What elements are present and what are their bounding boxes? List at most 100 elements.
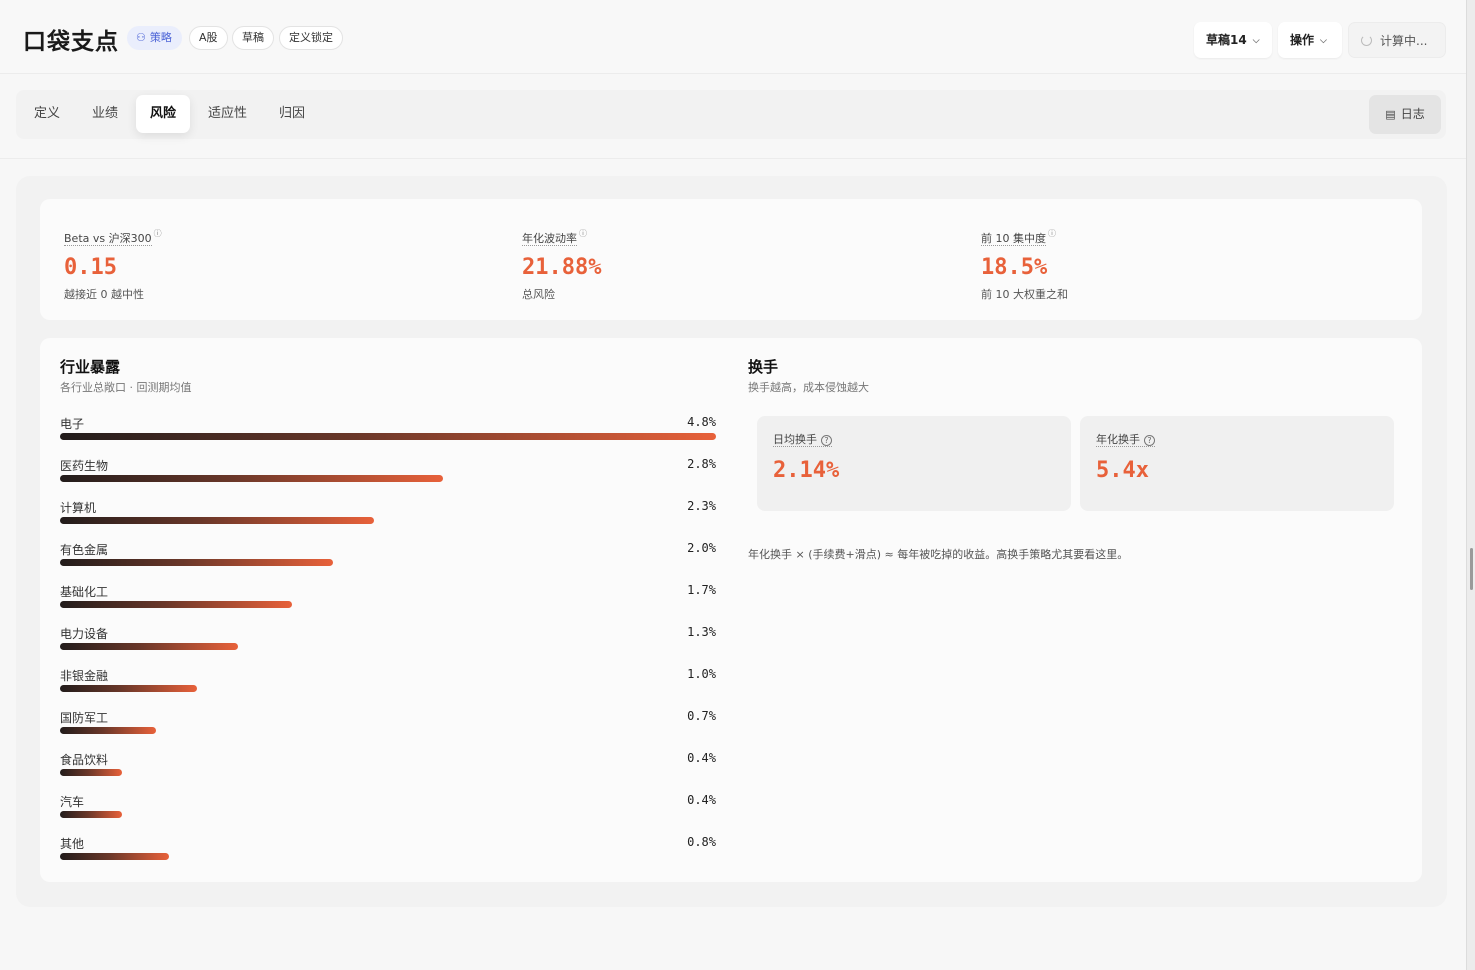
industry-row: 有色金属 2.0% bbox=[60, 541, 716, 583]
metric-volatility: 年化波动率 ⓘ 21.88% 总风险 bbox=[522, 227, 601, 302]
industry-bar-track bbox=[60, 643, 716, 650]
industry-row: 食品饮料 0.4% bbox=[60, 751, 716, 793]
log-button[interactable]: ▤ 日志 bbox=[1369, 95, 1441, 134]
industry-row: 其他 0.8% bbox=[60, 835, 716, 877]
industry-bar-track bbox=[60, 853, 716, 860]
industry-value-label: 1.7% bbox=[687, 583, 716, 597]
industry-row: 基础化工 1.7% bbox=[60, 583, 716, 625]
industry-bar bbox=[60, 769, 123, 776]
daily-turnover-value: 2.14% bbox=[773, 458, 840, 483]
daily-turnover-card: 日均换手? 2.14% bbox=[757, 416, 1071, 511]
tab-attribution[interactable]: 归因 bbox=[265, 95, 319, 133]
industry-bar bbox=[60, 559, 334, 566]
chip-definition-locked[interactable]: 定义锁定 bbox=[279, 26, 343, 50]
chip-a-share-label: A股 bbox=[199, 31, 218, 44]
industry-name: 计算机 bbox=[60, 501, 97, 515]
industry-row: 非银金融 1.0% bbox=[60, 667, 716, 709]
metric-concentration-label[interactable]: 前 10 集中度 bbox=[981, 232, 1046, 246]
industry-subtitle: 各行业总敞口 · 回测期均值 bbox=[60, 381, 192, 394]
industry-bar-track bbox=[60, 475, 716, 482]
info-icon[interactable]: ⓘ bbox=[1048, 229, 1056, 238]
info-icon[interactable]: ⓘ bbox=[579, 229, 587, 238]
industry-row: 电子 4.8% bbox=[60, 415, 716, 457]
industry-bar-track bbox=[60, 685, 716, 692]
industry-value-label: 1.3% bbox=[687, 625, 716, 639]
industry-value-label: 1.0% bbox=[687, 667, 716, 681]
industry-value-label: 4.8% bbox=[687, 415, 716, 429]
chip-strategy-label: 策略 bbox=[149, 31, 172, 44]
industry-name: 汽车 bbox=[60, 795, 85, 809]
industry-bar bbox=[60, 853, 170, 860]
industry-value-label: 2.3% bbox=[687, 499, 716, 513]
turnover-title: 换手 bbox=[748, 358, 779, 376]
industry-bar bbox=[60, 475, 443, 482]
industry-value-label: 0.4% bbox=[687, 751, 716, 765]
actions-button[interactable]: 操作 ⌵ bbox=[1278, 22, 1342, 58]
industry-value-label: 0.7% bbox=[687, 709, 716, 723]
calculating-status-button[interactable]: 计算中... bbox=[1348, 22, 1446, 58]
tab-definition[interactable]: 定义 bbox=[20, 95, 74, 133]
metric-beta-label[interactable]: Beta vs 沪深300 bbox=[64, 232, 152, 246]
industry-bar bbox=[60, 517, 375, 524]
metric-volatility-label[interactable]: 年化波动率 bbox=[522, 232, 577, 246]
turnover-subtitle: 换手越高，成本侵蚀越大 bbox=[748, 381, 869, 394]
metric-beta-value: 0.15 bbox=[64, 255, 117, 280]
metric-volatility-sub: 总风险 bbox=[522, 288, 555, 301]
annual-turnover-label[interactable]: 年化换手? bbox=[1096, 433, 1155, 447]
divider bbox=[0, 158, 1466, 159]
chip-definition-locked-label: 定义锁定 bbox=[289, 31, 333, 44]
help-icon[interactable]: ? bbox=[821, 435, 832, 446]
metric-volatility-value: 21.88% bbox=[522, 255, 602, 280]
industry-bar bbox=[60, 601, 293, 608]
info-icon[interactable]: ⓘ bbox=[154, 229, 162, 238]
industry-row: 医药生物 2.8% bbox=[60, 457, 716, 499]
metric-beta: Beta vs 沪深300 ⓘ 0.15 越接近 0 越中性 bbox=[64, 227, 162, 302]
help-icon[interactable]: ? bbox=[1144, 435, 1155, 446]
industry-value-label: 2.0% bbox=[687, 541, 716, 555]
metric-concentration: 前 10 集中度 ⓘ 18.5% 前 10 大权重之和 bbox=[981, 227, 1068, 302]
industry-bar bbox=[60, 727, 156, 734]
industry-bar-track bbox=[60, 559, 716, 566]
annual-turnover-label-text: 年化换手 bbox=[1096, 433, 1140, 446]
industry-name: 电力设备 bbox=[60, 627, 109, 641]
industry-name: 有色金属 bbox=[60, 543, 109, 557]
draft-select-button[interactable]: 草稿14 ⌵ bbox=[1194, 22, 1272, 58]
annual-turnover-card: 年化换手? 5.4x bbox=[1080, 416, 1394, 511]
industry-row: 电力设备 1.3% bbox=[60, 625, 716, 667]
metrics-card: Beta vs 沪深300 ⓘ 0.15 越接近 0 越中性 年化波动率 ⓘ 21.… bbox=[40, 199, 1422, 320]
tab-risk[interactable]: 风险 bbox=[136, 95, 191, 133]
actions-label: 操作 bbox=[1290, 33, 1315, 47]
daily-turnover-label-text: 日均换手 bbox=[773, 433, 817, 446]
industry-bar-track bbox=[60, 727, 716, 734]
industry-row: 计算机 2.3% bbox=[60, 499, 716, 541]
scrollbar-thumb[interactable] bbox=[1470, 548, 1473, 590]
industry-name: 电子 bbox=[60, 417, 85, 431]
industry-row: 汽车 0.4% bbox=[60, 793, 716, 835]
chip-draft[interactable]: 草稿 bbox=[232, 26, 274, 50]
chip-a-share[interactable]: A股 bbox=[189, 26, 228, 50]
industry-bar-track bbox=[60, 811, 716, 818]
chevron-down-icon: ⌵ bbox=[1252, 36, 1260, 46]
metric-concentration-value: 18.5% bbox=[981, 255, 1048, 280]
turnover-note: 年化换手 × (手续费+滑点) ≈ 每年被吃掉的收益。高换手策略尤其要看这里。 bbox=[748, 548, 1129, 561]
metric-concentration-sub: 前 10 大权重之和 bbox=[981, 288, 1068, 301]
industry-bar bbox=[60, 811, 123, 818]
chip-strategy[interactable]: ⚇ 策略 bbox=[127, 26, 182, 50]
strategy-icon: ⚇ bbox=[136, 31, 146, 44]
industry-row: 国防军工 0.7% bbox=[60, 709, 716, 751]
industry-name: 国防军工 bbox=[60, 711, 109, 725]
tab-adaptability[interactable]: 适应性 bbox=[194, 95, 261, 133]
industry-bar bbox=[60, 433, 716, 440]
exposure-turnover-card: 行业暴露 各行业总敞口 · 回测期均值 电子 4.8% 医药生物 2.8% 计算机 2.3… bbox=[40, 338, 1422, 882]
industry-bar-track bbox=[60, 517, 716, 524]
log-icon: ▤ bbox=[1385, 108, 1396, 121]
draft-select-label: 草稿14 bbox=[1206, 33, 1247, 47]
industry-value-label: 0.4% bbox=[687, 793, 716, 807]
industry-name: 医药生物 bbox=[60, 459, 109, 473]
top-header: 口袋支点 ⚇ 策略 A股 草稿 定义锁定 草稿14 ⌵ 操作 ⌵ 计算中... bbox=[0, 0, 1466, 74]
tab-performance[interactable]: 业绩 bbox=[78, 95, 132, 133]
window-right-edge bbox=[1466, 0, 1475, 970]
industry-name: 其他 bbox=[60, 837, 85, 851]
daily-turnover-label[interactable]: 日均换手? bbox=[773, 433, 832, 447]
industry-bar bbox=[60, 643, 238, 650]
